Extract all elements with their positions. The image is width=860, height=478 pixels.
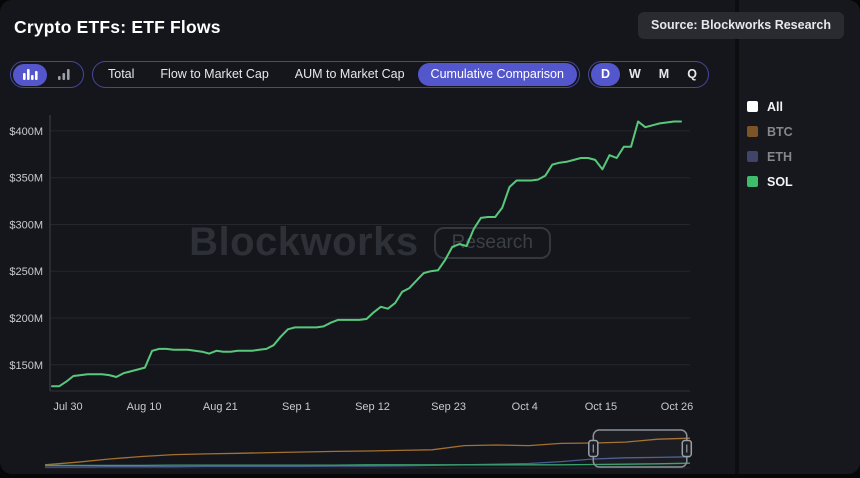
legend-item-btc[interactable]: BTC: [747, 124, 793, 139]
main-chart: $400M $350M $300M $250M $200M $150M Jul 30 Aug …: [9, 115, 693, 413]
column-bars-icon[interactable]: [47, 64, 81, 86]
legend-label: ETH: [767, 149, 792, 164]
range-navigator[interactable]: [40, 427, 700, 475]
eth-swatch: [747, 151, 758, 162]
x-tick-label: Aug 10: [127, 401, 162, 413]
x-tick-label: Sep 23: [431, 401, 466, 413]
tab-flow-to-market-cap[interactable]: Flow to Market Cap: [147, 63, 281, 86]
metric-tabs: Total Flow to Market Cap AUM to Market C…: [92, 61, 580, 88]
navigator-window[interactable]: [592, 429, 688, 468]
sol-swatch: [747, 176, 758, 187]
x-tick-label: Aug 21: [203, 401, 238, 413]
all-swatch: [747, 101, 758, 112]
legend-label: BTC: [767, 124, 793, 139]
legend: All BTC ETH SOL: [747, 99, 793, 189]
period-tabs: D W M Q: [587, 61, 709, 88]
legend-label: All: [767, 99, 783, 114]
bar-chart-icon[interactable]: [13, 63, 47, 86]
legend-label: SOL: [767, 174, 793, 189]
btc-swatch: [747, 126, 758, 137]
legend-panel: [739, 0, 860, 474]
y-tick-label: $350M: [9, 173, 43, 185]
period-tab-weekly[interactable]: W: [620, 63, 650, 86]
tab-cumulative-comparison[interactable]: Cumulative Comparison: [417, 63, 577, 86]
chart-type-toggle: [10, 61, 84, 88]
source-badge: Source: Blockworks Research: [638, 12, 844, 39]
x-tick-label: Oct 4: [512, 401, 538, 413]
x-tick-label: Sep 12: [355, 401, 390, 413]
sol-series-line[interactable]: [51, 120, 682, 388]
x-tick-label: Oct 26: [661, 401, 693, 413]
toolbar: Total Flow to Market Cap AUM to Market C…: [10, 61, 709, 88]
page-title: Crypto ETFs: ETF Flows: [14, 17, 221, 37]
legend-item-eth[interactable]: ETH: [747, 149, 793, 164]
y-tick-label: $150M: [9, 360, 43, 372]
etf-flows-widget: Crypto ETFs: ETF Flows Source: Blockwork…: [0, 0, 860, 478]
period-tab-monthly[interactable]: M: [650, 63, 678, 86]
tab-total[interactable]: Total: [95, 63, 147, 86]
legend-item-all[interactable]: All: [747, 99, 793, 114]
x-tick-label: Sep 1: [282, 401, 311, 413]
y-tick-label: $200M: [9, 313, 43, 325]
x-tick-label: Oct 15: [585, 401, 617, 413]
tab-aum-to-market-cap[interactable]: AUM to Market Cap: [282, 63, 418, 86]
y-tick-label: $400M: [9, 126, 43, 138]
period-tab-daily[interactable]: D: [590, 63, 620, 86]
x-tick-label: Jul 30: [53, 401, 82, 413]
y-tick-label: $300M: [9, 220, 43, 232]
legend-item-sol[interactable]: SOL: [747, 174, 793, 189]
period-tab-quarterly[interactable]: Q: [678, 63, 706, 86]
y-tick-label: $250M: [9, 266, 43, 278]
